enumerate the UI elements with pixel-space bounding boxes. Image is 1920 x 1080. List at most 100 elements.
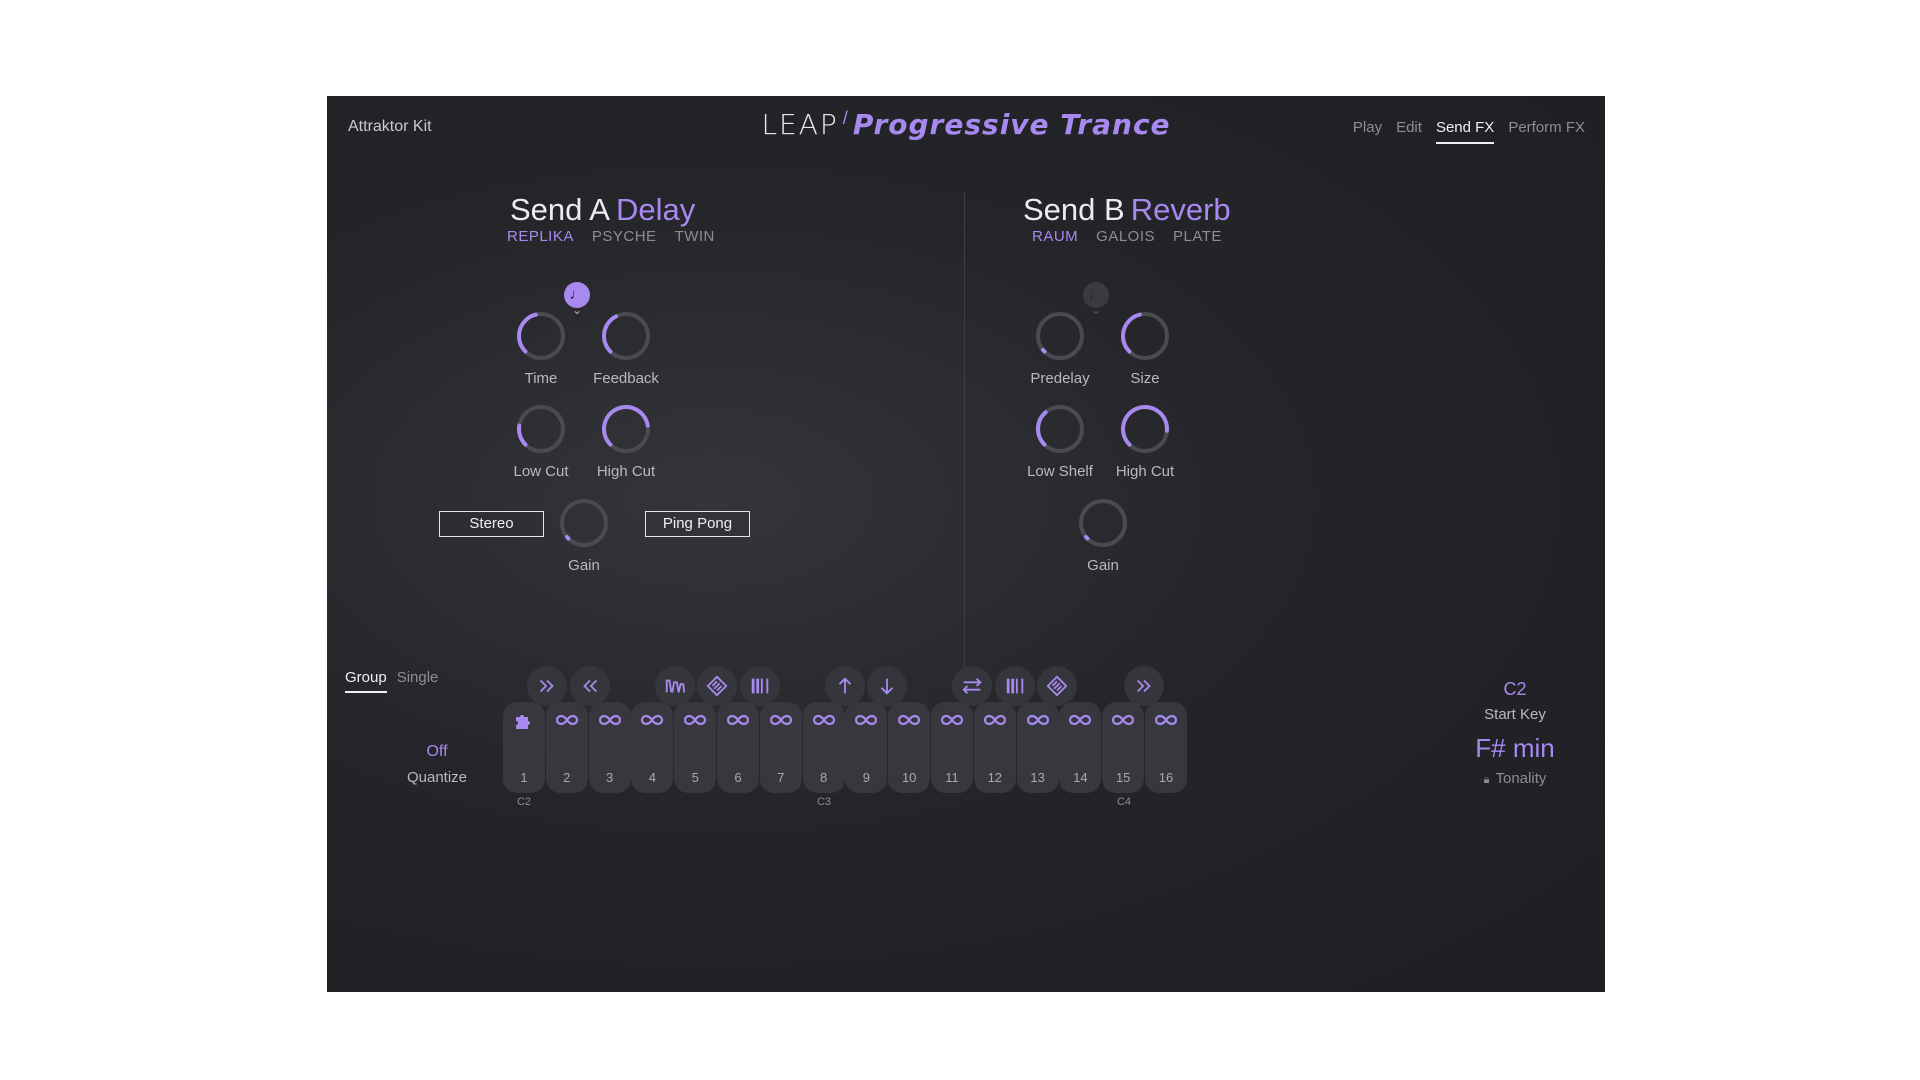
pad-icon [674, 708, 716, 737]
pad-16[interactable]: 16 [1145, 702, 1187, 793]
pad-icon [1059, 708, 1101, 737]
low-shelf-knob[interactable] [1033, 402, 1087, 456]
tab-single[interactable]: Single [397, 669, 439, 693]
time-knob[interactable] [514, 309, 568, 363]
predelay-knob[interactable] [1033, 309, 1087, 363]
pad-number: 12 [987, 770, 1003, 785]
infinity-icon [1112, 714, 1135, 726]
perform-fx-button-bars[interactable] [995, 666, 1035, 706]
pad-6[interactable]: 6 [717, 702, 759, 793]
perform-fx-button-stutter[interactable] [655, 666, 695, 706]
arrow-up-icon [838, 677, 852, 694]
pad-14[interactable]: 14 [1059, 702, 1102, 793]
send-b-gain-label: Gain [1087, 557, 1119, 574]
start-key-value[interactable]: C2 [1455, 679, 1575, 700]
rewind-icon [583, 679, 598, 693]
pad-number: 2 [563, 770, 571, 785]
tonality-value[interactable]: F# min [1455, 733, 1575, 764]
pad-8[interactable]: 8 [802, 702, 845, 793]
pad-4[interactable]: 4 [631, 702, 674, 793]
perform-fx-button-diamond-grid[interactable] [1037, 666, 1077, 706]
knob-graphic [602, 405, 650, 453]
note-icon: ♩ [1088, 286, 1104, 303]
knob-graphic [1079, 499, 1127, 547]
pad-icon [888, 708, 930, 737]
knob-value-arc [1121, 405, 1169, 447]
algo-galois[interactable]: GALOIS [1096, 228, 1155, 245]
size-knob[interactable] [1118, 309, 1172, 363]
perform-fx-button-swap[interactable] [952, 666, 992, 706]
tonality-row: 🔒︎ Tonality [1455, 770, 1575, 787]
algo-plate[interactable]: PLATE [1173, 228, 1222, 245]
send-a-gain-knob[interactable] [557, 496, 611, 550]
pad-7[interactable]: 7 [759, 702, 802, 793]
pad-15[interactable]: 15 [1102, 702, 1145, 793]
pad-3[interactable]: 3 [588, 702, 631, 793]
pad-number: 16 [1158, 770, 1174, 785]
tab-play[interactable]: Play [1353, 119, 1382, 144]
ping-pong-button[interactable]: Ping Pong [645, 511, 750, 537]
pad-number: 1 [520, 770, 528, 785]
pad-number: 7 [777, 770, 785, 785]
algo-twin[interactable]: TWIN [675, 228, 715, 245]
tab-group[interactable]: Group [345, 669, 387, 693]
pad-11[interactable]: 11 [931, 702, 973, 793]
main-nav: Play Edit Send FX Perform FX [1353, 119, 1585, 144]
fast-forward-icon [539, 679, 554, 693]
pad-icon [717, 708, 759, 737]
infinity-icon [1069, 714, 1092, 726]
pad-icon [803, 708, 845, 737]
pad-number: 15 [1115, 770, 1131, 785]
perform-fx-button-diamond-grid[interactable] [697, 666, 737, 706]
perform-fx-button-arrow-down[interactable] [867, 666, 907, 706]
tab-edit[interactable]: Edit [1396, 119, 1422, 144]
stereo-button[interactable]: Stereo [439, 511, 544, 537]
perform-fx-button-rewind[interactable] [570, 666, 610, 706]
send-b-fx: Reverb [1130, 192, 1231, 227]
tab-perform-fx[interactable]: Perform FX [1508, 119, 1585, 144]
low-cut-knob[interactable] [514, 402, 568, 456]
knob-value-arc [602, 405, 650, 447]
pad-13[interactable]: 13 [1016, 702, 1059, 793]
fast-forward-icon [1136, 679, 1151, 693]
pad-number: 9 [862, 770, 870, 785]
note-icon: ♩ [569, 286, 585, 303]
infinity-icon [555, 714, 578, 726]
infinity-icon [769, 714, 792, 726]
algo-psyche[interactable]: PSYCHE [592, 228, 657, 245]
lock-icon[interactable]: 🔒︎ [1484, 774, 1490, 786]
perform-fx-button-fast-forward[interactable] [527, 666, 567, 706]
algo-replika[interactable]: REPLIKA [507, 228, 574, 245]
logo-title: Progressive Trance [852, 108, 1171, 141]
infinity-icon [684, 714, 707, 726]
octave-label-c3: C3 [816, 796, 832, 808]
infinity-icon [812, 714, 835, 726]
tab-send-fx[interactable]: Send FX [1435, 119, 1495, 144]
perform-fx-button-bars[interactable] [740, 666, 780, 706]
pad-12[interactable]: 12 [973, 702, 1016, 793]
send-b-gain-knob[interactable] [1076, 496, 1130, 550]
algo-raum[interactable]: RAUM [1032, 228, 1078, 245]
pad-10[interactable]: 10 [888, 702, 931, 793]
quantize-value[interactable]: Off [377, 743, 497, 761]
pad-1[interactable]: 1 [503, 702, 545, 793]
pad-9[interactable]: 9 [845, 702, 888, 793]
perform-fx-button-fast-forward[interactable] [1124, 666, 1164, 706]
arrow-down-icon [880, 678, 894, 695]
pad-5[interactable]: 5 [674, 702, 717, 793]
pad-2[interactable]: 2 [545, 702, 588, 793]
knob-value-arc [517, 312, 538, 354]
high-cut-knob[interactable] [599, 402, 653, 456]
knob-graphic [1121, 405, 1169, 453]
pad-icon [931, 708, 973, 737]
reverb-high-cut-knob[interactable] [1118, 402, 1172, 456]
perform-fx-button-arrow-up[interactable] [825, 666, 865, 706]
knob-value-arc [517, 423, 528, 447]
pad-icon [589, 708, 631, 737]
quantize-label: Quantize [406, 769, 468, 786]
pad-number: 6 [734, 770, 742, 785]
swap-icon [962, 678, 982, 694]
send-b-title: Send B Reverb [1023, 192, 1231, 228]
feedback-knob[interactable] [599, 309, 653, 363]
diamond-grid-icon [1046, 675, 1068, 697]
